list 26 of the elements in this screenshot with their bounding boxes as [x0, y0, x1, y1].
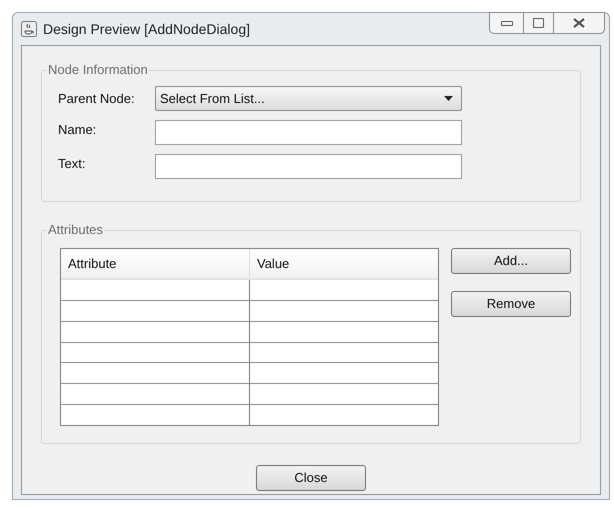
java-cup-icon: [21, 21, 37, 37]
push-button[interactable]: Add...: [451, 248, 571, 274]
push-button[interactable]: Close: [256, 465, 366, 491]
minimize-icon: [500, 20, 512, 26]
field-label: Text:: [58, 155, 86, 173]
push-button[interactable]: Remove: [451, 291, 571, 317]
close-button[interactable]: [553, 12, 605, 34]
input-field[interactable]: [155, 154, 462, 179]
window-title: Design Preview [AddNodeDialog]: [43, 20, 250, 39]
minimize-button[interactable]: [489, 12, 523, 34]
table-row[interactable]: [61, 300, 438, 322]
field-label: Name:: [58, 121, 98, 139]
column-header[interactable]: Attribute: [61, 249, 250, 278]
close-icon: [573, 18, 585, 28]
table-row[interactable]: [61, 342, 438, 364]
table-row[interactable]: [61, 384, 438, 406]
field-label: Parent Node:: [58, 90, 136, 108]
table-row[interactable]: [61, 363, 438, 384]
maximize-icon: [533, 18, 544, 28]
dropdown-arrow-icon: [444, 96, 453, 101]
maximize-button[interactable]: [523, 12, 553, 34]
input-field[interactable]: [155, 120, 462, 145]
table-row[interactable]: [61, 280, 438, 301]
dropdown[interactable]: Select From List...: [155, 86, 462, 111]
table-row[interactable]: [61, 322, 438, 343]
column-header[interactable]: Value: [250, 249, 438, 278]
